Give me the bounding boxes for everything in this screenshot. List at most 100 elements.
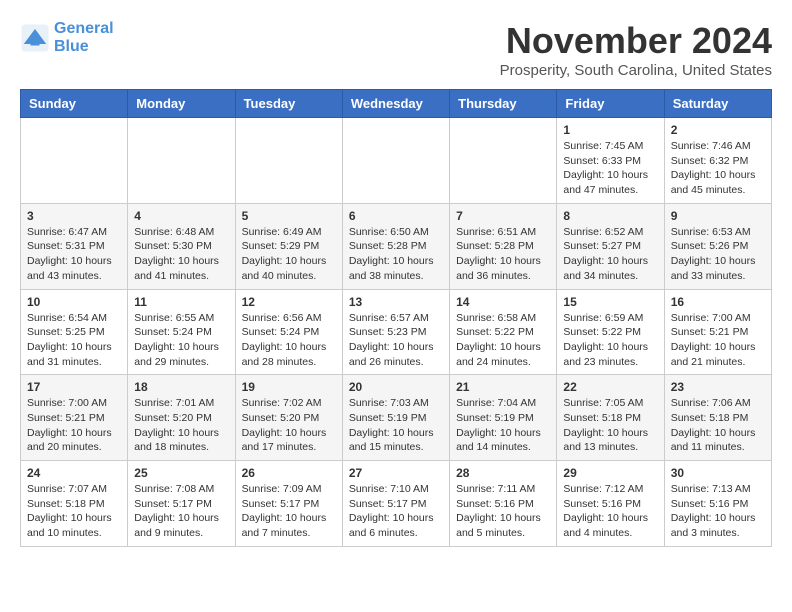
calendar-week-5: 24 Sunrise: 7:07 AMSunset: 5:18 PMDayligh…: [21, 461, 772, 547]
day-info: Sunrise: 7:10 AMSunset: 5:17 PMDaylight:…: [349, 482, 443, 541]
header: General Blue November 2024 Prosperity, S…: [20, 20, 772, 79]
day-info: Sunrise: 7:02 AMSunset: 5:20 PMDaylight:…: [242, 396, 336, 455]
day-number: 27: [349, 466, 443, 480]
logo-line2: Blue: [54, 38, 114, 56]
day-info: Sunrise: 7:45 AMSunset: 6:33 PMDaylight:…: [563, 139, 657, 198]
calendar-cell: 25 Sunrise: 7:08 AMSunset: 5:17 PMDayligh…: [128, 461, 235, 547]
day-number: 24: [27, 466, 121, 480]
day-info: Sunrise: 7:08 AMSunset: 5:17 PMDaylight:…: [134, 482, 228, 541]
day-number: 1: [563, 123, 657, 137]
logo-line1: General: [54, 20, 114, 38]
calendar-table: SundayMondayTuesdayWednesdayThursdayFrid…: [20, 89, 772, 547]
calendar-cell: 5 Sunrise: 6:49 AMSunset: 5:29 PMDaylight…: [235, 203, 342, 289]
calendar-cell: 4Sunrise: 6:48 AMSunset: 5:30 PMDaylight…: [128, 203, 235, 289]
day-number: 20: [349, 380, 443, 394]
calendar-cell: 3 Sunrise: 6:47 AMSunset: 5:31 PMDaylight…: [21, 203, 128, 289]
day-number: 16: [671, 295, 765, 309]
calendar-cell: [342, 118, 449, 204]
calendar-cell: 24 Sunrise: 7:07 AMSunset: 5:18 PMDayligh…: [21, 461, 128, 547]
day-info: Sunrise: 6:49 AMSunset: 5:29 PMDaylight:…: [242, 225, 336, 284]
day-header-wednesday: Wednesday: [342, 90, 449, 118]
day-number: 26: [242, 466, 336, 480]
day-info: Sunrise: 7:04 AMSunset: 5:19 PMDaylight:…: [456, 396, 550, 455]
day-number: 28: [456, 466, 550, 480]
calendar-cell: 2 Sunrise: 7:46 AMSunset: 6:32 PMDaylight…: [664, 118, 771, 204]
calendar-cell: 10 Sunrise: 6:54 AMSunset: 5:25 PMDayligh…: [21, 289, 128, 375]
calendar-header-row: SundayMondayTuesdayWednesdayThursdayFrid…: [21, 90, 772, 118]
day-number: 12: [242, 295, 336, 309]
day-number: 4: [134, 209, 228, 223]
day-number: 13: [349, 295, 443, 309]
calendar-cell: 16Sunrise: 7:00 AMSunset: 5:21 PMDayligh…: [664, 289, 771, 375]
calendar-cell: 18Sunrise: 7:01 AMSunset: 5:20 PMDayligh…: [128, 375, 235, 461]
day-number: 2: [671, 123, 765, 137]
calendar-cell: 20 Sunrise: 7:03 AMSunset: 5:19 PMDayligh…: [342, 375, 449, 461]
day-info: Sunrise: 6:56 AMSunset: 5:24 PMDaylight:…: [242, 311, 336, 370]
calendar-cell: 8Sunrise: 6:52 AMSunset: 5:27 PMDaylight…: [557, 203, 664, 289]
day-number: 7: [456, 209, 550, 223]
calendar-cell: 21Sunrise: 7:04 AMSunset: 5:19 PMDayligh…: [450, 375, 557, 461]
calendar-cell: 1 Sunrise: 7:45 AMSunset: 6:33 PMDaylight…: [557, 118, 664, 204]
day-info: Sunrise: 6:57 AMSunset: 5:23 PMDaylight:…: [349, 311, 443, 370]
calendar-cell: 7 Sunrise: 6:51 AMSunset: 5:28 PMDaylight…: [450, 203, 557, 289]
day-number: 29: [563, 466, 657, 480]
day-info: Sunrise: 7:07 AMSunset: 5:18 PMDaylight:…: [27, 482, 121, 541]
day-header-saturday: Saturday: [664, 90, 771, 118]
calendar-week-3: 10 Sunrise: 6:54 AMSunset: 5:25 PMDayligh…: [21, 289, 772, 375]
day-number: 8: [563, 209, 657, 223]
calendar-cell: 15Sunrise: 6:59 AMSunset: 5:22 PMDayligh…: [557, 289, 664, 375]
day-info: Sunrise: 6:50 AMSunset: 5:28 PMDaylight:…: [349, 225, 443, 284]
day-info: Sunrise: 7:03 AMSunset: 5:19 PMDaylight:…: [349, 396, 443, 455]
day-header-thursday: Thursday: [450, 90, 557, 118]
calendar-cell: 26 Sunrise: 7:09 AMSunset: 5:17 PMDayligh…: [235, 461, 342, 547]
day-number: 14: [456, 295, 550, 309]
calendar-cell: 23Sunrise: 7:06 AMSunset: 5:18 PMDayligh…: [664, 375, 771, 461]
day-info: Sunrise: 7:00 AMSunset: 5:21 PMDaylight:…: [27, 396, 121, 455]
day-info: Sunrise: 7:12 AMSunset: 5:16 PMDaylight:…: [563, 482, 657, 541]
calendar-cell: 9Sunrise: 6:53 AMSunset: 5:26 PMDaylight…: [664, 203, 771, 289]
calendar-cell: 27 Sunrise: 7:10 AMSunset: 5:17 PMDayligh…: [342, 461, 449, 547]
day-info: Sunrise: 7:05 AMSunset: 5:18 PMDaylight:…: [563, 396, 657, 455]
day-info: Sunrise: 7:46 AMSunset: 6:32 PMDaylight:…: [671, 139, 765, 198]
day-number: 19: [242, 380, 336, 394]
day-number: 25: [134, 466, 228, 480]
day-number: 5: [242, 209, 336, 223]
location: Prosperity, South Carolina, United State…: [500, 62, 772, 79]
day-number: 18: [134, 380, 228, 394]
calendar-cell: 14 Sunrise: 6:58 AMSunset: 5:22 PMDayligh…: [450, 289, 557, 375]
day-number: 10: [27, 295, 121, 309]
calendar-cell: 17 Sunrise: 7:00 AMSunset: 5:21 PMDayligh…: [21, 375, 128, 461]
calendar-cell: 11Sunrise: 6:55 AMSunset: 5:24 PMDayligh…: [128, 289, 235, 375]
calendar-cell: 30 Sunrise: 7:13 AMSunset: 5:16 PMDayligh…: [664, 461, 771, 547]
day-info: Sunrise: 6:58 AMSunset: 5:22 PMDaylight:…: [456, 311, 550, 370]
day-info: Sunrise: 7:09 AMSunset: 5:17 PMDaylight:…: [242, 482, 336, 541]
calendar-cell: 19 Sunrise: 7:02 AMSunset: 5:20 PMDayligh…: [235, 375, 342, 461]
logo-icon: [20, 23, 50, 53]
day-number: 3: [27, 209, 121, 223]
day-number: 6: [349, 209, 443, 223]
calendar-cell: 6 Sunrise: 6:50 AMSunset: 5:28 PMDaylight…: [342, 203, 449, 289]
day-number: 30: [671, 466, 765, 480]
day-info: Sunrise: 6:47 AMSunset: 5:31 PMDaylight:…: [27, 225, 121, 284]
calendar-cell: 28Sunrise: 7:11 AMSunset: 5:16 PMDayligh…: [450, 461, 557, 547]
day-info: Sunrise: 7:13 AMSunset: 5:16 PMDaylight:…: [671, 482, 765, 541]
calendar-week-1: 1 Sunrise: 7:45 AMSunset: 6:33 PMDaylight…: [21, 118, 772, 204]
day-number: 17: [27, 380, 121, 394]
calendar-cell: 13 Sunrise: 6:57 AMSunset: 5:23 PMDayligh…: [342, 289, 449, 375]
day-info: Sunrise: 6:51 AMSunset: 5:28 PMDaylight:…: [456, 225, 550, 284]
day-number: 22: [563, 380, 657, 394]
day-number: 15: [563, 295, 657, 309]
day-number: 11: [134, 295, 228, 309]
day-header-friday: Friday: [557, 90, 664, 118]
calendar-cell: [450, 118, 557, 204]
calendar-cell: [128, 118, 235, 204]
title-area: November 2024 Prosperity, South Carolina…: [500, 20, 772, 79]
calendar-cell: [21, 118, 128, 204]
day-number: 9: [671, 209, 765, 223]
calendar-cell: [235, 118, 342, 204]
month-title: November 2024: [500, 20, 772, 62]
day-info: Sunrise: 6:54 AMSunset: 5:25 PMDaylight:…: [27, 311, 121, 370]
day-header-tuesday: Tuesday: [235, 90, 342, 118]
day-number: 23: [671, 380, 765, 394]
calendar-cell: 29 Sunrise: 7:12 AMSunset: 5:16 PMDayligh…: [557, 461, 664, 547]
